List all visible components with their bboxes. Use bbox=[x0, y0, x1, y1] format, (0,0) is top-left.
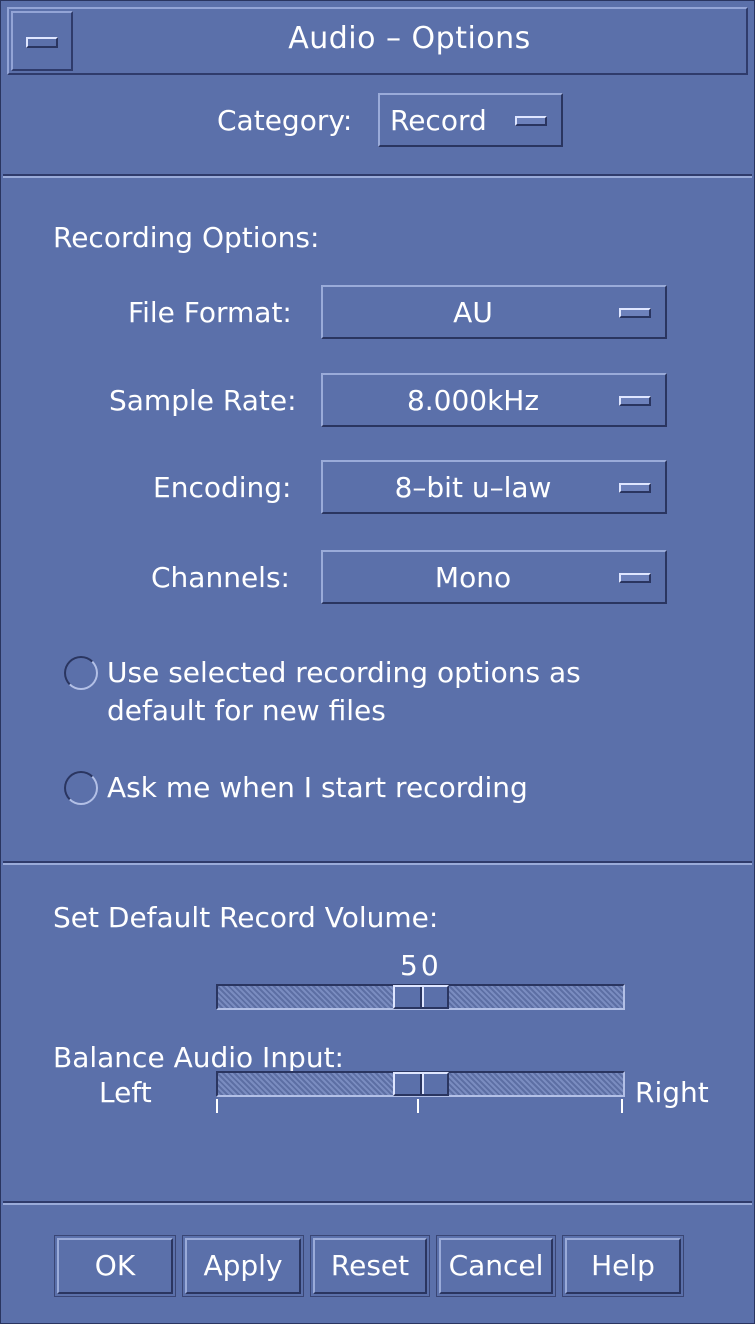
file-format-option-menu[interactable]: AU bbox=[321, 285, 667, 339]
default-options-radio-label[interactable]: Use selected recording options as defaul… bbox=[107, 654, 581, 730]
window-menu-icon bbox=[26, 37, 58, 48]
balance-tick-right bbox=[621, 1099, 623, 1113]
option-menu-indicator-icon bbox=[619, 308, 651, 318]
encoding-value: 8–bit u–law bbox=[394, 471, 552, 504]
balance-tick-center bbox=[417, 1099, 419, 1113]
channels-value: Mono bbox=[434, 561, 512, 594]
file-format-label: File Format: bbox=[128, 296, 292, 329]
ok-button[interactable]: OK bbox=[54, 1235, 176, 1297]
category-label: Category: bbox=[217, 104, 353, 137]
balance-slider[interactable] bbox=[216, 1071, 625, 1097]
ask-me-radio-label[interactable]: Ask me when I start recording bbox=[107, 771, 528, 804]
sample-rate-label: Sample Rate: bbox=[109, 384, 297, 417]
channels-label: Channels: bbox=[151, 561, 290, 594]
recording-options-heading: Recording Options: bbox=[53, 221, 320, 254]
default-options-radio[interactable] bbox=[64, 656, 98, 690]
balance-left-label: Left bbox=[99, 1076, 152, 1109]
encoding-option-menu[interactable]: 8–bit u–law bbox=[321, 460, 667, 514]
balance-right-label: Right bbox=[635, 1076, 709, 1109]
cancel-button[interactable]: Cancel bbox=[436, 1235, 556, 1297]
default-options-line1: Use selected recording options as bbox=[107, 656, 581, 689]
category-option-menu[interactable]: Record bbox=[378, 93, 563, 147]
volume-heading: Set Default Record Volume: bbox=[53, 901, 439, 934]
file-format-value: AU bbox=[453, 296, 493, 329]
default-options-line2: default for new files bbox=[107, 694, 386, 727]
ask-me-radio[interactable] bbox=[64, 771, 98, 805]
volume-value: 50 bbox=[400, 949, 442, 982]
option-menu-indicator-icon bbox=[515, 116, 547, 126]
sample-rate-value: 8.000kHz bbox=[406, 384, 540, 417]
separator bbox=[3, 1201, 752, 1205]
apply-button[interactable]: Apply bbox=[182, 1235, 304, 1297]
title-bar[interactable]: Audio – Options bbox=[7, 7, 748, 75]
option-menu-indicator-icon bbox=[619, 396, 651, 406]
balance-heading: Balance Audio Input: bbox=[53, 1041, 344, 1074]
window-title: Audio – Options bbox=[288, 21, 531, 56]
volume-slider[interactable] bbox=[216, 984, 625, 1010]
category-value: Record bbox=[390, 104, 487, 137]
separator bbox=[3, 861, 752, 865]
sample-rate-option-menu[interactable]: 8.000kHz bbox=[321, 373, 667, 427]
balance-slider-thumb[interactable] bbox=[392, 1072, 449, 1096]
reset-button[interactable]: Reset bbox=[310, 1235, 430, 1297]
option-menu-indicator-icon bbox=[619, 483, 651, 493]
separator bbox=[3, 174, 752, 178]
audio-options-window: Audio – Options Category: Record Recordi… bbox=[0, 0, 755, 1324]
volume-slider-thumb[interactable] bbox=[392, 985, 449, 1009]
channels-option-menu[interactable]: Mono bbox=[321, 550, 667, 604]
balance-tick-left bbox=[216, 1099, 218, 1113]
help-button[interactable]: Help bbox=[562, 1235, 684, 1297]
window-menu-button[interactable] bbox=[11, 11, 73, 71]
encoding-label: Encoding: bbox=[153, 471, 292, 504]
option-menu-indicator-icon bbox=[619, 573, 651, 583]
